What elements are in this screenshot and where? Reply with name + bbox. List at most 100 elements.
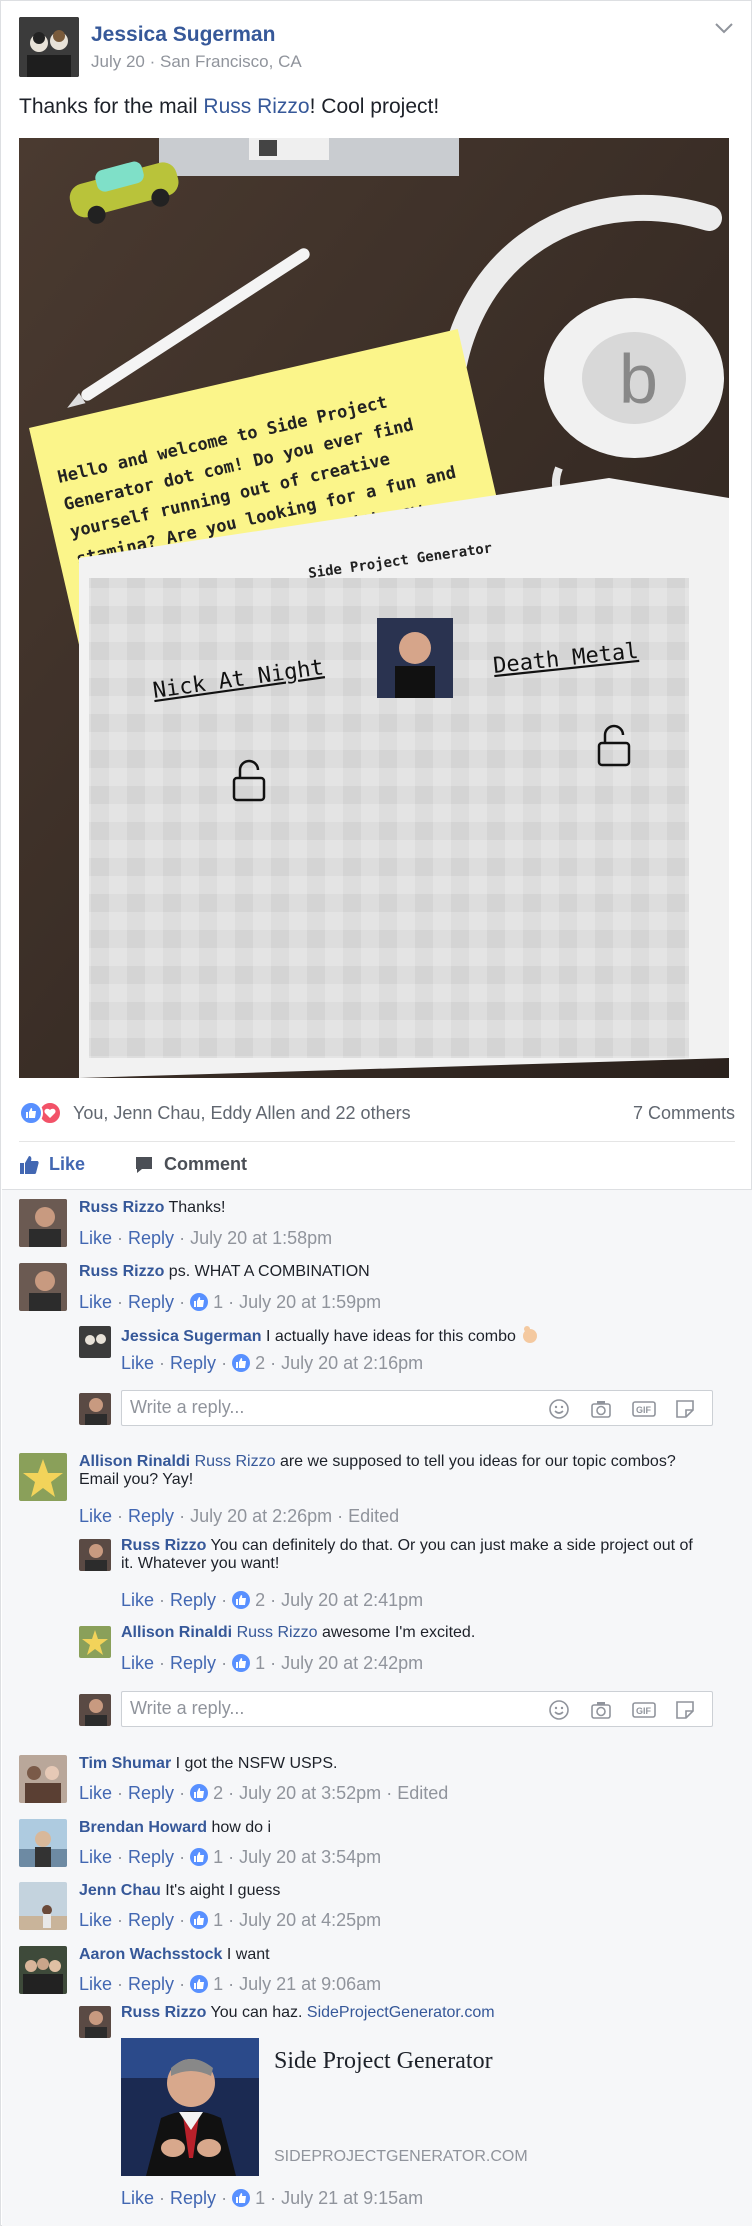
- avatar[interactable]: [79, 1326, 111, 1358]
- post-photo[interactable]: b Hello and welcome to Side Project Gene…: [19, 138, 729, 1078]
- comment-like-link[interactable]: Like: [121, 1590, 154, 1610]
- comment-actions: Like · Reply · 1 · July 20 at 3:54pm: [79, 1847, 382, 1867]
- avatar[interactable]: [19, 1199, 67, 1247]
- comment-like-link[interactable]: Like: [121, 1353, 154, 1373]
- comment-button[interactable]: Comment: [134, 1154, 247, 1175]
- commenter-name[interactable]: Russ Rizzo: [79, 1263, 164, 1280]
- comment-timestamp[interactable]: July 20 at 4:25pm: [239, 1910, 381, 1930]
- like-reaction-icon[interactable]: [19, 1101, 43, 1125]
- camera-icon[interactable]: [590, 1398, 612, 1420]
- comment-like-link[interactable]: Like: [79, 1506, 112, 1526]
- commenter-name[interactable]: Jessica Sugerman: [121, 1328, 262, 1345]
- thumbs-up-icon: [20, 1155, 39, 1174]
- comment-reply-link[interactable]: Reply: [170, 1590, 216, 1610]
- comment-timestamp[interactable]: July 20 at 3:54pm: [239, 1847, 381, 1867]
- comment-reply-link[interactable]: Reply: [128, 1292, 174, 1312]
- commenter-name[interactable]: Jenn Chau: [79, 1882, 161, 1899]
- like-count[interactable]: 1: [213, 1292, 223, 1312]
- gif-icon[interactable]: GIF: [632, 1699, 656, 1721]
- like-count[interactable]: 2: [255, 1590, 265, 1610]
- comment-like-link[interactable]: Like: [79, 1974, 112, 1994]
- post-tag-link[interactable]: Russ Rizzo: [203, 95, 309, 118]
- emoji-icon[interactable]: [548, 1398, 570, 1420]
- avatar[interactable]: [79, 1539, 111, 1571]
- author-name[interactable]: Jessica Sugerman: [91, 23, 275, 47]
- commenter-name[interactable]: Russ Rizzo: [121, 2004, 206, 2021]
- avatar[interactable]: [19, 1755, 67, 1803]
- author-avatar[interactable]: [19, 17, 79, 77]
- reply-input[interactable]: [130, 1397, 510, 1418]
- comment-like-link[interactable]: Like: [121, 1653, 154, 1673]
- link-preview-title[interactable]: Side Project Generator: [274, 2048, 493, 2075]
- comment-body: You can haz.: [210, 2004, 303, 2021]
- reply-input[interactable]: [130, 1698, 510, 1719]
- link-preview-card[interactable]: Side Project Generator SIDEPROJECTGENERA…: [121, 2038, 721, 2176]
- comment-timestamp[interactable]: July 20 at 2:42pm: [281, 1653, 423, 1673]
- comment-timestamp[interactable]: July 21 at 9:06am: [239, 1974, 381, 1994]
- sticker-icon[interactable]: [674, 1699, 696, 1721]
- commenter-name[interactable]: Tim Shumar: [79, 1755, 171, 1772]
- comment-reply-link[interactable]: Reply: [128, 1910, 174, 1930]
- commenter-name[interactable]: Russ Rizzo: [79, 1199, 164, 1216]
- comment-timestamp[interactable]: July 20 at 2:41pm: [281, 1590, 423, 1610]
- gif-icon[interactable]: GIF: [632, 1398, 656, 1420]
- edited-label[interactable]: Edited: [348, 1506, 399, 1526]
- avatar[interactable]: [19, 1946, 67, 1994]
- commenter-name[interactable]: Allison Rinaldi: [121, 1624, 232, 1641]
- comment-timestamp[interactable]: July 21 at 9:15am: [281, 2188, 423, 2208]
- mention-link[interactable]: Russ Rizzo: [237, 1624, 318, 1641]
- commenter-name[interactable]: Brendan Howard: [79, 1819, 207, 1836]
- comment-reply-link[interactable]: Reply: [128, 1783, 174, 1803]
- commenter-name[interactable]: Aaron Wachsstock: [79, 1946, 222, 1963]
- like-count[interactable]: 2: [255, 1353, 265, 1373]
- comment-timestamp[interactable]: July 20 at 3:52pm: [239, 1783, 381, 1803]
- avatar[interactable]: [19, 1453, 67, 1501]
- comment-like-link[interactable]: Like: [79, 1910, 112, 1930]
- link-preview-thumbnail[interactable]: [121, 2038, 259, 2176]
- website-link[interactable]: SideProjectGenerator.com: [307, 2004, 495, 2021]
- chevron-down-icon[interactable]: [713, 17, 735, 39]
- comment-reply-link[interactable]: Reply: [128, 1228, 174, 1248]
- comment-timestamp[interactable]: July 20 at 1:58pm: [190, 1228, 332, 1248]
- mention-link[interactable]: Russ Rizzo: [195, 1453, 276, 1470]
- post-date[interactable]: July 20: [91, 52, 145, 71]
- comment-like-link[interactable]: Like: [121, 2188, 154, 2208]
- comment-like-link[interactable]: Like: [79, 1292, 112, 1312]
- avatar[interactable]: [19, 1263, 67, 1311]
- avatar[interactable]: [19, 1882, 67, 1930]
- comment-reply-link[interactable]: Reply: [128, 1974, 174, 1994]
- comment-like-link[interactable]: Like: [79, 1783, 112, 1803]
- reactions-summary[interactable]: You, Jenn Chau, Eddy Allen and 22 others: [73, 1103, 411, 1124]
- comment-like-link[interactable]: Like: [79, 1228, 112, 1248]
- comment-text: Aaron Wachsstock I want: [79, 1946, 719, 1964]
- comment-reply-link[interactable]: Reply: [128, 1847, 174, 1867]
- comment-like-link[interactable]: Like: [79, 1847, 112, 1867]
- comment-timestamp[interactable]: July 20 at 1:59pm: [239, 1292, 381, 1312]
- like-count[interactable]: 2: [213, 1783, 223, 1803]
- avatar[interactable]: [19, 1819, 67, 1867]
- like-count[interactable]: 1: [213, 1974, 223, 1994]
- sticker-icon[interactable]: [674, 1398, 696, 1420]
- comment-reply-link[interactable]: Reply: [170, 1653, 216, 1673]
- comment-reply-link[interactable]: Reply: [170, 1353, 216, 1373]
- edited-label[interactable]: Edited: [397, 1783, 448, 1803]
- camera-icon[interactable]: [590, 1699, 612, 1721]
- comment-reply-link[interactable]: Reply: [170, 2188, 216, 2208]
- comment-body: You can definitely do that. Or you can j…: [121, 1537, 693, 1572]
- commenter-name[interactable]: Russ Rizzo: [121, 1537, 206, 1554]
- like-count[interactable]: 1: [255, 1653, 265, 1673]
- avatar[interactable]: [79, 1626, 111, 1658]
- comment-timestamp[interactable]: July 20 at 2:16pm: [281, 1353, 423, 1373]
- like-count-icon: [190, 1848, 209, 1866]
- like-button[interactable]: Like: [19, 1154, 85, 1175]
- emoji-icon[interactable]: [548, 1699, 570, 1721]
- comments-count[interactable]: 7 Comments: [633, 1103, 735, 1124]
- comment-reply-link[interactable]: Reply: [128, 1506, 174, 1526]
- like-count[interactable]: 1: [213, 1910, 223, 1930]
- avatar[interactable]: [79, 2006, 111, 2038]
- like-count[interactable]: 1: [213, 1847, 223, 1867]
- post-location[interactable]: San Francisco, CA: [160, 52, 302, 71]
- like-count[interactable]: 1: [255, 2188, 265, 2208]
- commenter-name[interactable]: Allison Rinaldi: [79, 1453, 190, 1470]
- comment-timestamp[interactable]: July 20 at 2:26pm: [190, 1506, 332, 1526]
